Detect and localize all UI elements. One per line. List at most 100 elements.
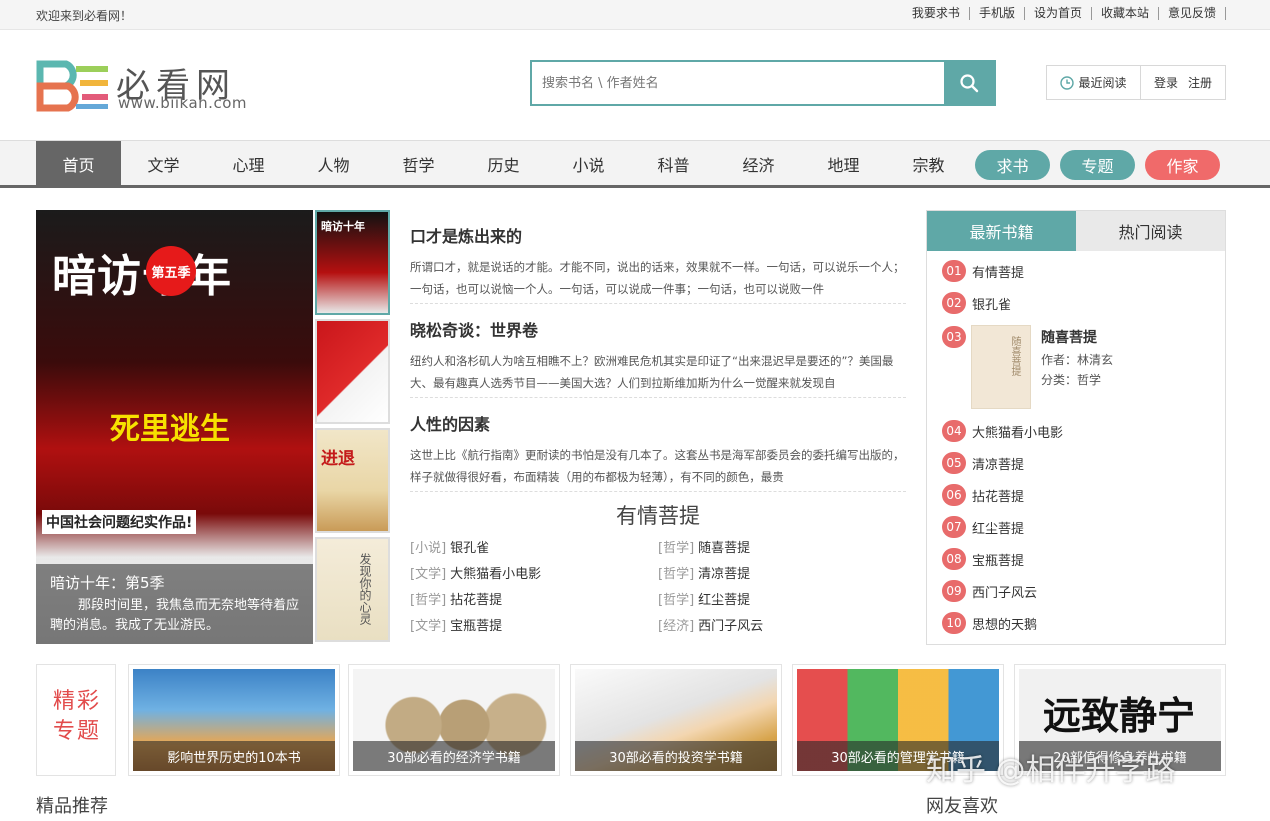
rank-book-name: 有情菩提 [972,265,1025,281]
rank-item[interactable]: 09 西门子风云 [942,580,1037,602]
rank-number: 08 [942,548,966,570]
logo-mark-icon [36,60,108,112]
rank-book-name: 思想的天鹅 [972,617,1038,633]
rank-item[interactable]: 01 有情菩提 [942,260,1024,282]
special-topics-text: 精彩专题 [52,689,101,744]
top-link-bookmark[interactable]: 收藏本站 [1092,7,1159,20]
book-category: [哲学] [658,593,695,608]
list-item[interactable]: [文学] 大熊猫看小电影 [410,564,658,586]
book-name: 宝瓶菩提 [450,619,503,634]
nav-pill-topics[interactable]: 专题 [1060,150,1135,180]
list-item[interactable]: [经济] 西门子风云 [658,616,906,638]
nav-item-science[interactable]: 科普 [631,141,716,186]
site-logo[interactable]: 必看网 www.biikan.com [36,60,276,115]
register-link[interactable]: 注册 [1188,74,1212,91]
main-nav: 首页 文学 心理 人物 哲学 历史 小说 科普 经济 地理 宗教 求书 专题 作… [0,140,1270,188]
rank-book-name: 清凉菩提 [972,457,1025,473]
section-title-recommended: 精品推荐 [36,796,108,817]
rank-highlight-category: 分类：哲学 [1041,373,1102,387]
recent-read-label: 最近阅读 [1078,76,1127,90]
list-item[interactable]: [文学] 宝瓶菩提 [410,616,658,638]
book-category: [哲学] [658,567,695,582]
article-title[interactable]: 口才是炼出来的 [410,223,906,247]
rank-item[interactable]: 07 红尘菩提 [942,516,1024,538]
rank-highlight[interactable]: 03 随喜菩提 随喜菩提 作者：林清玄 分类：哲学 [942,325,1212,413]
recent-read-button[interactable]: 最近阅读 [1047,66,1141,99]
book-category: [哲学] [410,593,447,608]
rank-item[interactable]: 02 银孔雀 [942,292,1011,314]
book-name: 大熊猫看小电影 [450,567,542,582]
search-input[interactable] [532,62,946,104]
list-item[interactable]: [哲学] 清凉菩提 [658,564,906,586]
section-title-liked: 网友喜欢 [926,796,998,817]
cover-text: 随喜菩提 [1009,336,1020,376]
rank-highlight-title[interactable]: 随喜菩提 [1041,327,1097,347]
nav-item-home[interactable]: 首页 [36,141,121,186]
search-icon [960,74,979,93]
rank-item[interactable]: 08 宝瓶菩提 [942,548,1024,570]
slider-thumb-3[interactable]: 进退 [315,428,390,533]
article-excerpt: 这世上比《航行指南》更耐读的书怕是没有几本了。这套丛书是海军部委员会的委托编写出… [410,448,905,484]
topic-label: 影响世界历史的10本书 [133,741,335,771]
book-name: 拈花菩提 [450,593,503,608]
article-excerpt: 所谓口才，就是说话的才能。才能不同，说出的话来，效果就不一样。一句话，可以说乐一… [410,260,905,296]
rank-number: 02 [942,292,966,314]
slider-thumb-1[interactable]: 暗访十年 [315,210,390,315]
list-item[interactable]: [哲学] 红尘菩提 [658,590,906,612]
rank-item[interactable]: 06 拈花菩提 [942,484,1024,506]
topic-label: 30部必看的经济学书籍 [353,741,555,771]
nav-item-literature[interactable]: 文学 [121,141,206,186]
rank-number: 05 [942,452,966,474]
topic-card[interactable]: 30部必看的经济学书籍 [348,664,560,776]
list-item[interactable]: [哲学] 随喜菩提 [658,538,906,560]
login-link[interactable]: 登录 [1154,74,1178,91]
tab-latest-books[interactable]: 最新书籍 [927,211,1076,251]
slider-thumb-2[interactable] [315,319,390,424]
topic-card[interactable]: 影响世界历史的10本书 [128,664,340,776]
special-topics-tile[interactable]: 精彩专题 [36,664,116,776]
rank-number: 03 [942,326,966,348]
clock-icon [1060,75,1075,90]
auth-links: 登录 注册 [1141,66,1225,99]
list-item[interactable]: [哲学] 拈花菩提 [410,590,658,612]
rank-highlight-cover[interactable]: 随喜菩提 [971,325,1031,409]
book-category: [文学] [410,619,447,634]
slider-thumb-3-label: 进退 [321,449,355,469]
nav-pill-authors[interactable]: 作家 [1145,150,1220,180]
feature-title[interactable]: 有情菩提 [410,500,906,530]
list-item[interactable]: [小说] 银孔雀 [410,538,658,560]
article-title[interactable]: 晓松奇谈：世界卷 [410,317,906,341]
featured-slider[interactable]: 暗访十年 第五季 死里逃生 中国社会问题纪实作品! 暗访十年：第5季 那段时间里… [36,210,313,644]
top-link-request-book[interactable]: 我要求书 [903,7,970,20]
tab-popular-reading[interactable]: 热门阅读 [1076,211,1225,251]
cover-subtitle: 死里逃生 [110,412,230,447]
top-link-mobile[interactable]: 手机版 [970,7,1025,20]
top-link-set-homepage[interactable]: 设为首页 [1025,7,1092,20]
feature-book-list: [小说] 银孔雀 [哲学] 随喜菩提 [文学] 大熊猫看小电影 [哲学] 清凉菩提 [哲… [410,538,906,638]
nav-item-psychology[interactable]: 心理 [206,141,291,186]
top-link-feedback[interactable]: 意见反馈 [1159,7,1226,20]
article-title[interactable]: 人性的因素 [410,411,906,435]
calligraphy-text: 远致静宁 [1043,693,1196,738]
nav-item-history[interactable]: 历史 [461,141,546,186]
nav-item-economy[interactable]: 经济 [716,141,801,186]
top-bar: 欢迎来到必看网！ 我要求书 手机版 设为首页 收藏本站 意见反馈 [0,0,1270,30]
book-category: [哲学] [658,541,695,556]
nav-pill-request[interactable]: 求书 [975,150,1050,180]
rank-item[interactable]: 04 大熊猫看小电影 [942,420,1063,442]
nav-item-novel[interactable]: 小说 [546,141,631,186]
nav-item-philosophy[interactable]: 哲学 [376,141,461,186]
rank-item[interactable]: 10 思想的天鹅 [942,612,1037,634]
rank-number: 04 [942,420,966,442]
rank-item[interactable]: 05 清凉菩提 [942,452,1024,474]
nav-item-biography[interactable]: 人物 [291,141,376,186]
topic-card[interactable]: 30部必看的投资学书籍 [570,664,782,776]
rank-number: 07 [942,516,966,538]
search-button[interactable] [944,62,994,104]
slider-thumb-4[interactable]: 发现你的心灵 [315,537,390,642]
rank-book-name: 银孔雀 [972,297,1012,313]
slider-caption[interactable]: 暗访十年：第5季 那段时间里，我焦急而无奈地等待着应聘的消息。我成了无业游民。 [36,564,313,644]
nav-item-religion[interactable]: 宗教 [886,141,971,186]
article-excerpt: 纽约人和洛杉矶人为啥互相瞧不上？欧洲难民危机其实是印证了“出来混迟早是要还的”？… [410,354,894,390]
nav-item-geography[interactable]: 地理 [801,141,886,186]
